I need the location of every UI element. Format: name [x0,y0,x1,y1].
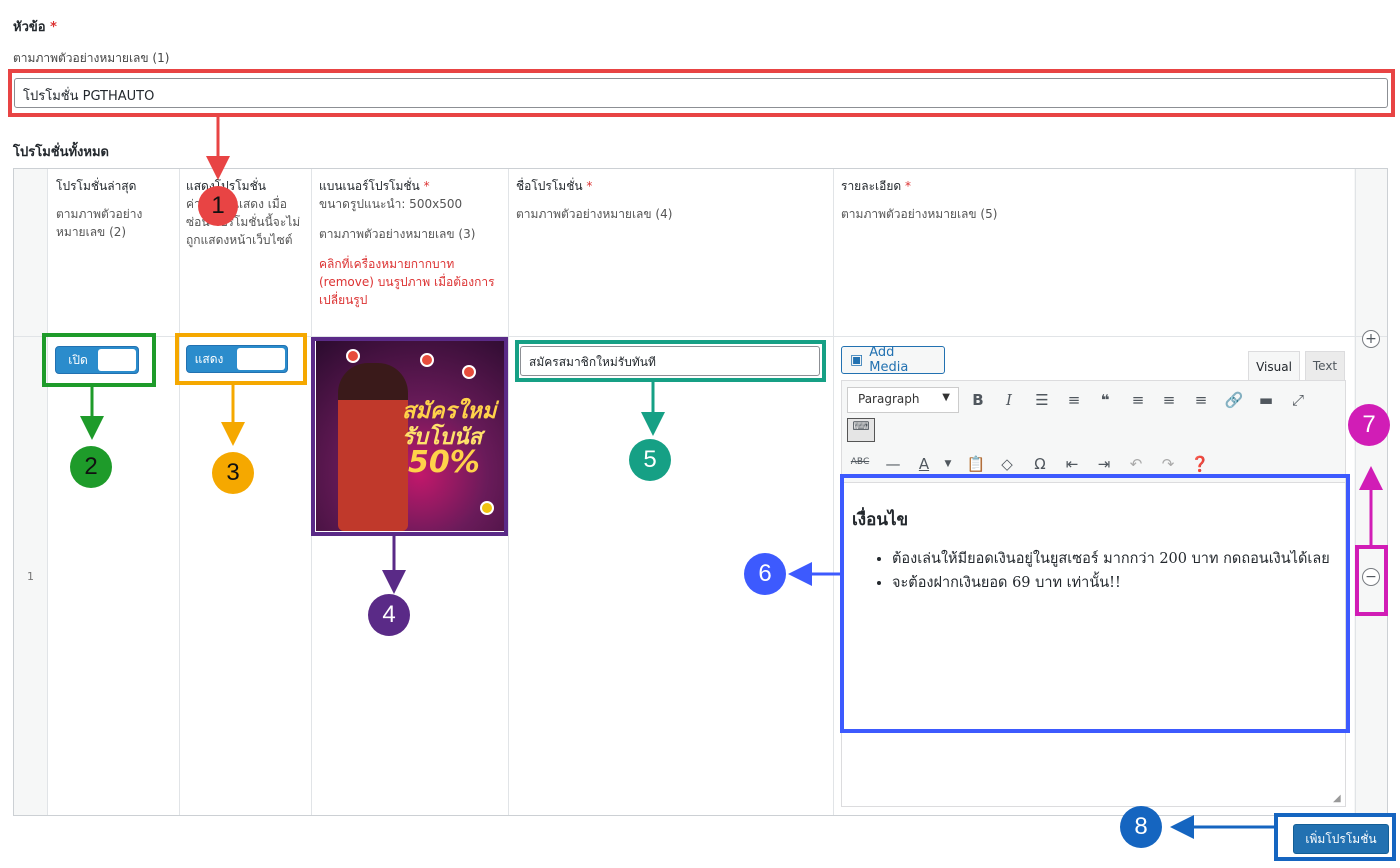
annotation-number-5: 5 [629,439,671,481]
annotation-number-7: 7 [1348,404,1390,446]
annotation-number-3: 3 [212,452,254,494]
annotation-number-2: 2 [70,446,112,488]
annotation-number-4: 4 [368,594,410,636]
annotation-arrows [80,117,1383,839]
annotation-number-6: 6 [744,553,786,595]
annotation-number-1: 1 [198,186,238,226]
annotation-number-8: 8 [1120,806,1162,848]
